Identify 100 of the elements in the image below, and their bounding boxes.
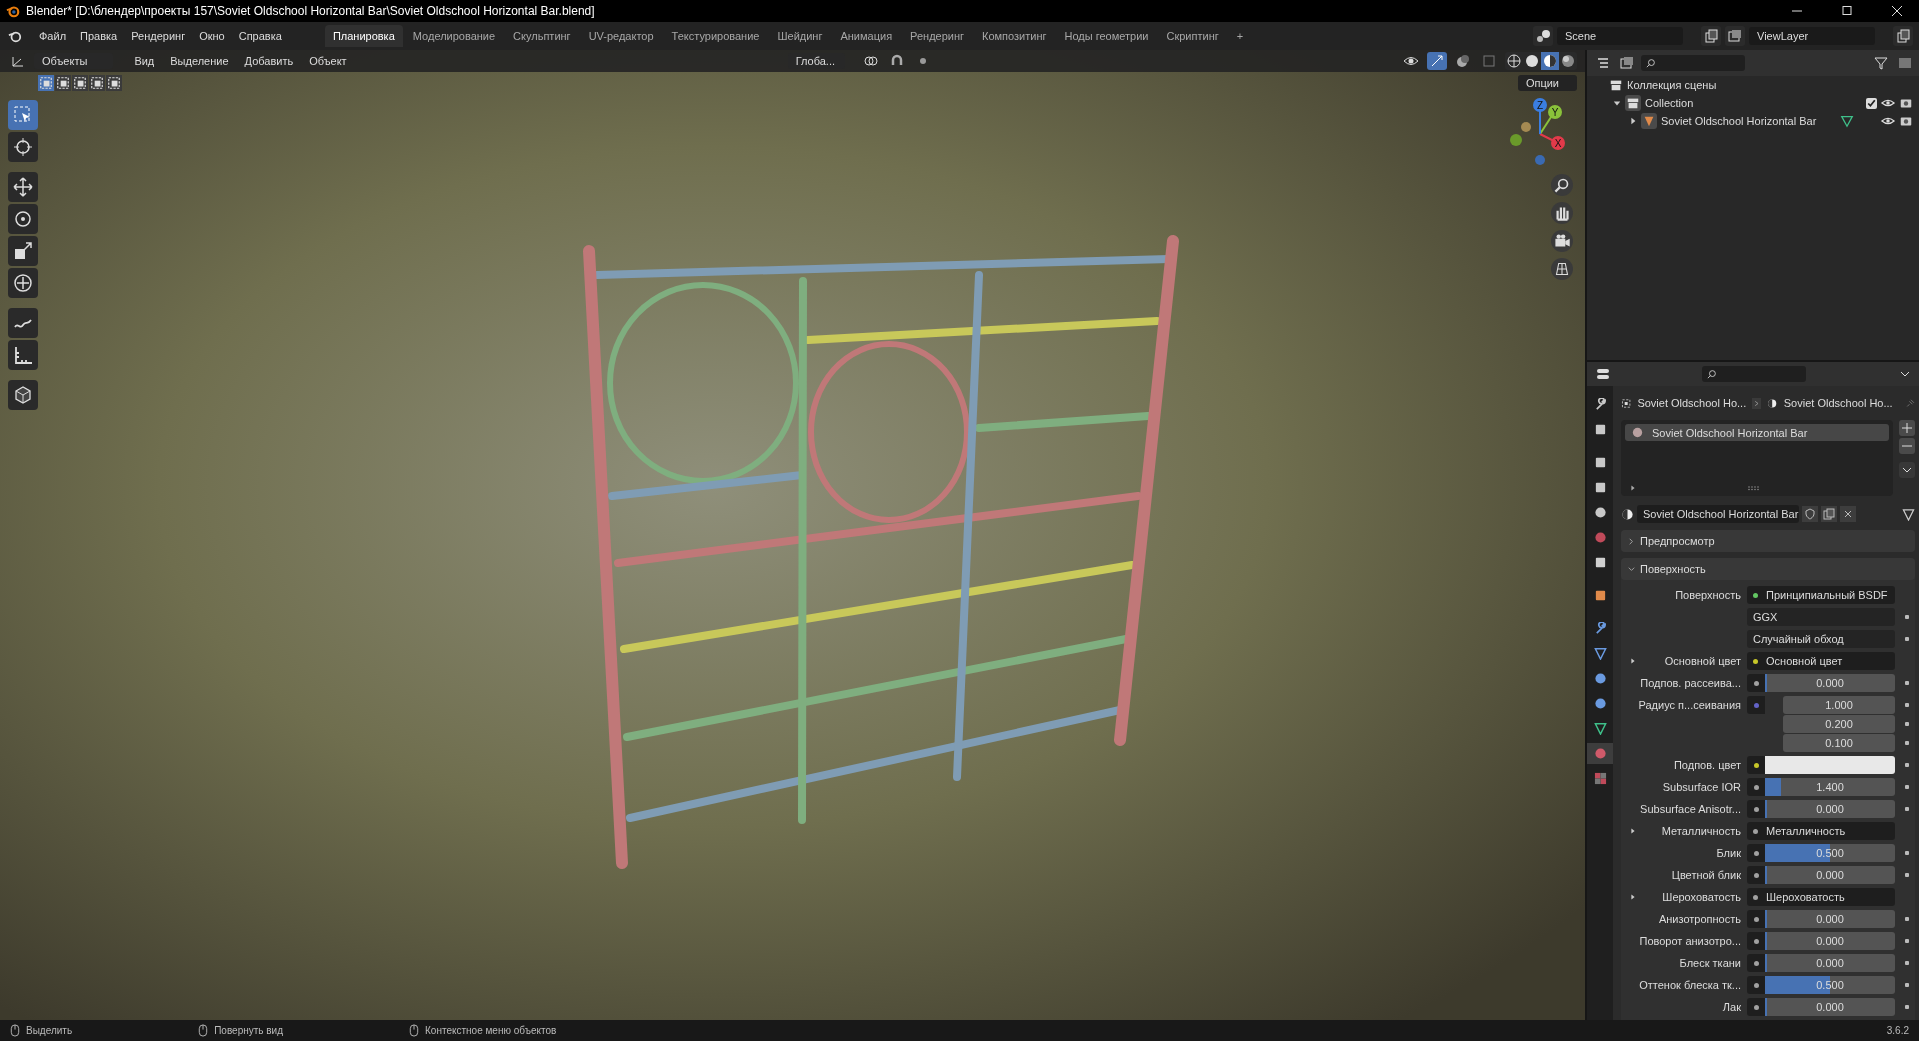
menu-item[interactable]: Рендеринг — [124, 30, 193, 42]
socket-button[interactable] — [1747, 756, 1765, 774]
shaded-sphere-icon[interactable] — [1559, 52, 1577, 70]
socket-button[interactable] — [1747, 998, 1765, 1016]
mesh-data-icon[interactable] — [1840, 114, 1855, 128]
number-slider[interactable]: 0.000 — [1765, 800, 1895, 818]
menu-item[interactable]: Файл — [32, 30, 74, 42]
number-slider[interactable]: 0.000 — [1765, 998, 1895, 1016]
socket-button[interactable] — [1747, 800, 1765, 818]
solid-sphere-icon[interactable] — [1523, 52, 1541, 70]
copy-icon[interactable] — [1701, 26, 1721, 46]
disclosure-triangle-icon[interactable] — [1629, 117, 1637, 125]
selection-mode-icon[interactable] — [55, 75, 71, 91]
view-layer-field[interactable]: ViewLayer — [1749, 27, 1875, 45]
workspace-tab[interactable]: Планировка — [324, 25, 403, 47]
breadcrumb-item[interactable]: Soviet Oldschool Ho... — [1637, 397, 1747, 409]
select-box-icon[interactable] — [8, 100, 38, 130]
cursor-icon[interactable] — [8, 132, 38, 162]
half-shaded-sphere-icon[interactable] — [1541, 52, 1559, 70]
scale-icon[interactable] — [8, 236, 38, 266]
panel-title[interactable]: Предпросмотр — [1640, 535, 1715, 547]
chevron-down-icon[interactable] — [1899, 462, 1915, 478]
disclosure-triangle-icon[interactable] — [1613, 99, 1621, 107]
chevron-icon[interactable] — [1627, 536, 1636, 546]
pencil-icon[interactable] — [8, 308, 38, 338]
workspace-tab[interactable]: Скульптинг — [505, 25, 579, 47]
number-slider[interactable]: 1.400 — [1765, 778, 1895, 796]
transform-icon[interactable] — [8, 268, 38, 298]
cube-icon[interactable] — [8, 380, 38, 410]
expand-triangle-icon[interactable] — [1629, 893, 1637, 901]
socket-button[interactable] — [1747, 866, 1765, 884]
number-slider[interactable]: 0.500 — [1765, 844, 1895, 862]
material-name-field[interactable]: Soviet Oldschool Horizontal Bar — [1637, 505, 1799, 523]
outliner-label[interactable]: Collection — [1645, 97, 1694, 109]
move-icon[interactable] — [8, 172, 38, 202]
vector-value-field[interactable]: 0.100 — [1783, 734, 1895, 752]
search-field[interactable] — [1702, 366, 1806, 382]
outliner-label[interactable]: Soviet Oldschool Horizontal Bar — [1661, 115, 1817, 127]
ruler-icon[interactable] — [8, 340, 38, 370]
blender-logo-icon[interactable] — [8, 29, 22, 43]
viewport-menu-item[interactable]: Добавить — [239, 55, 299, 67]
expand-triangle-icon[interactable] — [1629, 484, 1637, 492]
selection-mode-icon[interactable] — [38, 75, 54, 91]
viewport-menu-item[interactable]: Объект — [304, 55, 352, 67]
socket-button[interactable] — [1747, 954, 1765, 972]
linked-input-field[interactable]: Металличность — [1747, 822, 1895, 840]
copy-icon[interactable] — [1893, 26, 1913, 46]
options-dropdown[interactable]: Опции — [1517, 75, 1577, 91]
menu-item[interactable]: Справка — [231, 30, 289, 42]
material-slot[interactable]: Soviet Oldschool Horizontal Bar — [1625, 424, 1889, 441]
copy-icon[interactable] — [1821, 506, 1837, 522]
color-swatch[interactable] — [1765, 756, 1895, 774]
number-slider[interactable]: 0.000 — [1765, 954, 1895, 972]
checkbox[interactable] — [1866, 97, 1877, 109]
workspace-tab[interactable]: Моделирование — [404, 25, 504, 47]
viewport-menu-item[interactable]: Вид — [129, 55, 160, 67]
outliner-label[interactable]: Коллекция сцены — [1627, 79, 1717, 91]
search-field[interactable] — [1641, 55, 1745, 71]
close-icon[interactable] — [1891, 5, 1903, 17]
number-slider[interactable]: 0.000 — [1765, 866, 1895, 884]
workspace-tab[interactable]: Анимация — [832, 25, 901, 47]
minus-icon[interactable] — [1899, 438, 1915, 454]
socket-button[interactable] — [1747, 674, 1765, 692]
axis-gizmo-drawing[interactable]: Y X Z — [1500, 94, 1580, 174]
filter-icon[interactable] — [1871, 54, 1891, 72]
gizmo-toggle-icon[interactable] — [1427, 52, 1447, 70]
triangle-mesh-icon[interactable] — [1902, 507, 1915, 521]
workspace-tab[interactable]: Текстурирование — [663, 25, 768, 47]
expand-triangle-icon[interactable] — [1629, 827, 1637, 835]
workspace-tab[interactable]: Скриптинг — [1158, 25, 1227, 47]
add-workspace-button[interactable]: + — [1228, 25, 1252, 47]
panel-title[interactable]: Поверхность — [1640, 563, 1706, 575]
workspace-tab[interactable]: Шейдинг — [769, 25, 831, 47]
number-slider[interactable]: 0.000 — [1765, 910, 1895, 928]
workspace-tab[interactable]: Рендеринг — [902, 25, 973, 47]
viewport-menu-item[interactable]: Выделение — [165, 55, 234, 67]
expand-triangle-icon[interactable] — [1629, 657, 1637, 665]
linked-input-field[interactable]: Основной цвет — [1747, 652, 1895, 670]
workspace-tab[interactable]: Ноды геометрии — [1056, 25, 1157, 47]
workspace-tab[interactable]: Композитинг — [974, 25, 1055, 47]
wireframe-sphere-icon[interactable] — [1505, 52, 1523, 70]
dropdown[interactable]: Случайный обход — [1747, 630, 1895, 648]
socket-button[interactable] — [1747, 844, 1765, 862]
socket-button[interactable] — [1747, 910, 1765, 928]
socket-button[interactable] — [1747, 976, 1765, 994]
vector-value-field[interactable]: 1.000 — [1783, 696, 1895, 714]
scene-field[interactable]: Scene — [1557, 27, 1683, 45]
rotate-icon[interactable] — [8, 204, 38, 234]
linked-input-field[interactable]: Принципиальный BSDF — [1747, 586, 1895, 604]
menu-item[interactable]: Правка — [73, 30, 125, 42]
number-slider[interactable]: 0.500 — [1765, 976, 1895, 994]
shield-icon[interactable] — [1802, 506, 1818, 522]
workspace-tab[interactable]: UV-редактор — [580, 25, 662, 47]
selection-mode-icon[interactable] — [72, 75, 88, 91]
maximize-icon[interactable] — [1841, 5, 1853, 17]
vector-value-field[interactable]: 0.200 — [1783, 715, 1895, 733]
dropdown[interactable]: GGX — [1747, 608, 1895, 626]
plus-icon[interactable] — [1899, 420, 1915, 436]
chevron-icon[interactable] — [1627, 564, 1636, 574]
number-slider[interactable]: 0.000 — [1765, 674, 1895, 692]
